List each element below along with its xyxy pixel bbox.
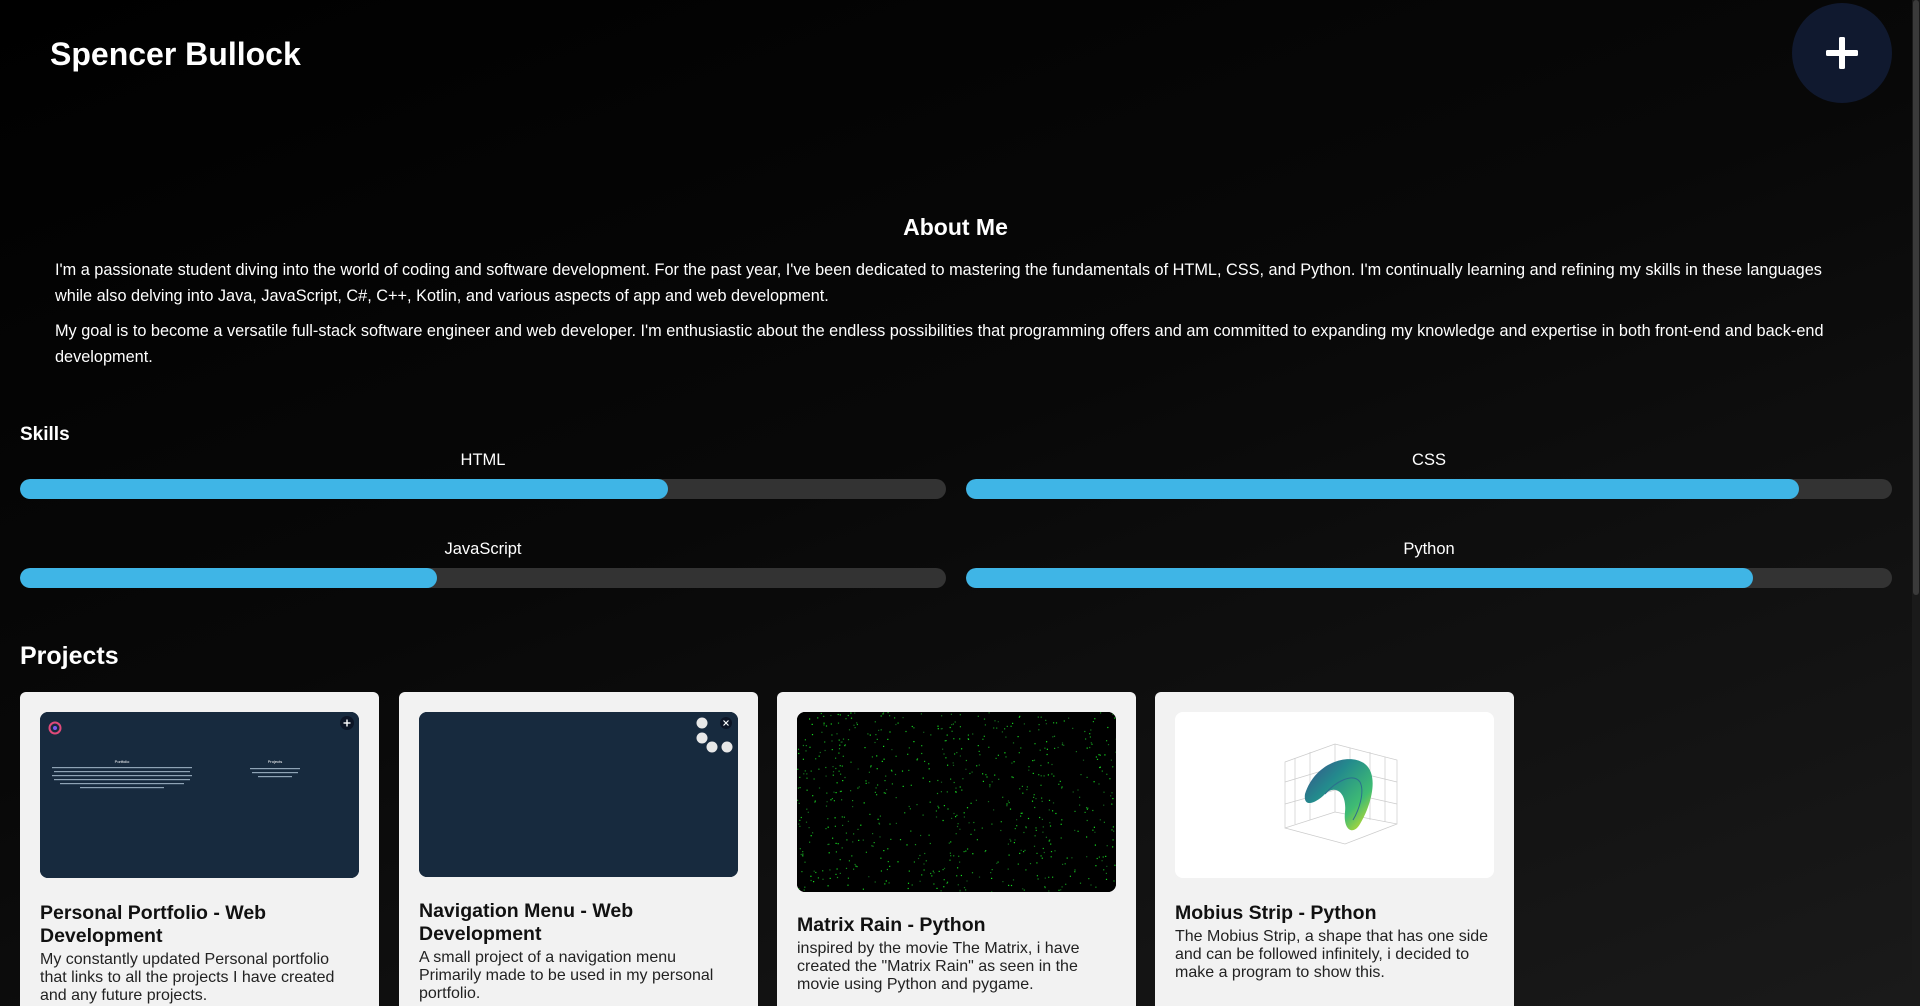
project-thumbnail — [1175, 712, 1494, 878]
thumb-heading: Portfolio — [115, 759, 130, 764]
project-description: My constantly updated Personal portfolio… — [40, 951, 335, 1004]
skill-progress-track — [20, 568, 946, 588]
project-title: Matrix Rain - Python — [797, 914, 986, 936]
about-title: About Me — [903, 214, 1008, 240]
close-icon — [720, 717, 732, 729]
skill-progress-track — [966, 479, 1892, 499]
skill-progress-track — [966, 568, 1892, 588]
about-paragraph: I'm a passionate student diving into the… — [55, 261, 1822, 305]
skill-progress-fill — [966, 568, 1754, 588]
about-paragraph: My goal is to become a versatile full-st… — [55, 322, 1824, 366]
skill-javascript: JavaScript — [20, 538, 946, 588]
project-description: The Mobius Strip, a shape that has one s… — [1175, 928, 1489, 981]
project-thumbnail — [797, 712, 1116, 892]
mobius-strip-plot — [1175, 712, 1494, 878]
project-card-portfolio[interactable]: Portfolio Projects Personal Portfolio - … — [20, 692, 379, 1006]
project-card-matrix-rain[interactable]: Matrix Rain - Python inspired by the mov… — [777, 692, 1136, 1006]
project-description: inspired by the movie The Matrix, i have… — [797, 940, 1080, 993]
plus-icon — [340, 716, 354, 730]
skill-progress-track — [20, 479, 946, 499]
navigation-menu-screenshot — [419, 712, 738, 877]
project-thumbnail: Portfolio Projects — [40, 712, 359, 878]
skill-progress-fill — [20, 568, 437, 588]
portfolio-page: Spencer Bullock About Me I'm a passionat… — [0, 0, 1920, 1006]
project-title: Mobius Strip - Python — [1175, 902, 1377, 924]
thumb-side-heading: Projects — [268, 759, 282, 764]
project-thumbnail — [419, 712, 738, 877]
projects-title: Projects — [20, 642, 119, 670]
project-title: Personal Portfolio - Web Development — [40, 902, 267, 947]
skill-label: HTML — [460, 451, 506, 469]
project-card-mobius-strip[interactable]: Mobius Strip - Python The Mobius Strip, … — [1155, 692, 1514, 1006]
skills-title: Skills — [20, 424, 70, 445]
menu-toggle-button[interactable] — [1792, 3, 1892, 103]
skill-label: Python — [1403, 540, 1455, 558]
skill-progress-fill — [20, 479, 669, 499]
scrollbar-track[interactable] — [1912, 0, 1920, 1006]
portfolio-screenshot: Portfolio Projects — [40, 712, 359, 878]
skill-python: Python — [966, 538, 1892, 588]
project-title: Navigation Menu - Web Development — [419, 900, 634, 945]
skill-html: HTML — [20, 449, 946, 499]
skill-css: CSS — [966, 449, 1892, 499]
plus-icon — [1826, 37, 1858, 69]
skill-label: JavaScript — [444, 540, 522, 558]
site-title: Spencer Bullock — [50, 36, 301, 72]
skill-label: CSS — [1412, 451, 1446, 469]
matrix-rain-screenshot — [797, 712, 1116, 892]
project-card-navigation-menu[interactable]: Navigation Menu - Web Development A smal… — [399, 692, 758, 1006]
project-description: A small project of a navigation menu Pri… — [419, 949, 714, 1002]
scrollbar-thumb[interactable] — [1913, 0, 1919, 595]
skill-progress-fill — [966, 479, 1800, 499]
